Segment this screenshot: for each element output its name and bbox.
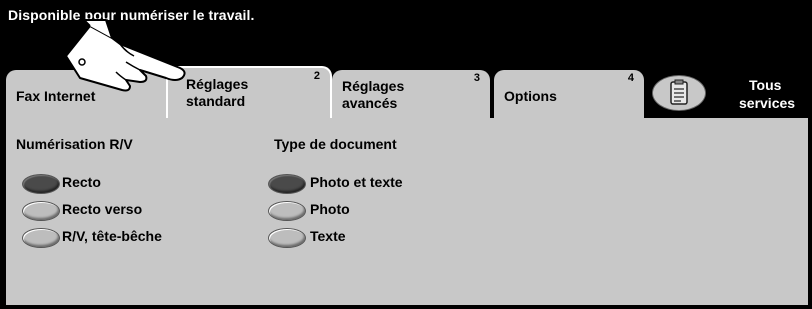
all-services-line2: services bbox=[739, 95, 796, 111]
tab-label-line1: Réglages bbox=[342, 78, 405, 94]
radio-selected-icon bbox=[268, 174, 306, 194]
options-panel: Numérisation R/V Type de document Recto … bbox=[6, 118, 808, 305]
tab-number: 4 bbox=[627, 72, 634, 84]
screen: Disponible pour numériser le travail. Fa… bbox=[0, 0, 812, 309]
all-services-button[interactable] bbox=[652, 75, 706, 111]
doctype-section-title: Type de document bbox=[274, 136, 397, 152]
tab-number: 2 bbox=[313, 70, 320, 82]
option-label: Photo et texte bbox=[310, 174, 403, 190]
all-services-line1: Tous bbox=[749, 77, 782, 93]
radio-selected-icon bbox=[22, 174, 60, 194]
tab-number: 3 bbox=[473, 72, 480, 84]
tab-label-line2: avancés bbox=[342, 95, 398, 111]
option-label: Recto verso bbox=[62, 201, 143, 217]
radio-icon bbox=[22, 228, 60, 248]
radio-icon bbox=[22, 201, 60, 221]
clipboard-icon bbox=[670, 79, 688, 105]
duplex-section-title: Numérisation R/V bbox=[16, 136, 133, 152]
option-label: Texte bbox=[310, 228, 346, 244]
option-label: R/V, tête-bêche bbox=[62, 228, 162, 244]
pointing-hand-icon bbox=[65, 19, 186, 92]
radio-icon bbox=[268, 201, 306, 221]
tab-options[interactable]: Options 4 bbox=[494, 70, 644, 120]
option-label: Recto bbox=[62, 174, 101, 190]
tab-label: Options bbox=[504, 88, 557, 104]
tab-reglages-avances[interactable]: Réglages avancés 3 bbox=[332, 70, 490, 120]
all-services-label[interactable]: Tous services bbox=[739, 76, 795, 112]
option-label: Photo bbox=[310, 201, 350, 217]
radio-icon bbox=[268, 228, 306, 248]
